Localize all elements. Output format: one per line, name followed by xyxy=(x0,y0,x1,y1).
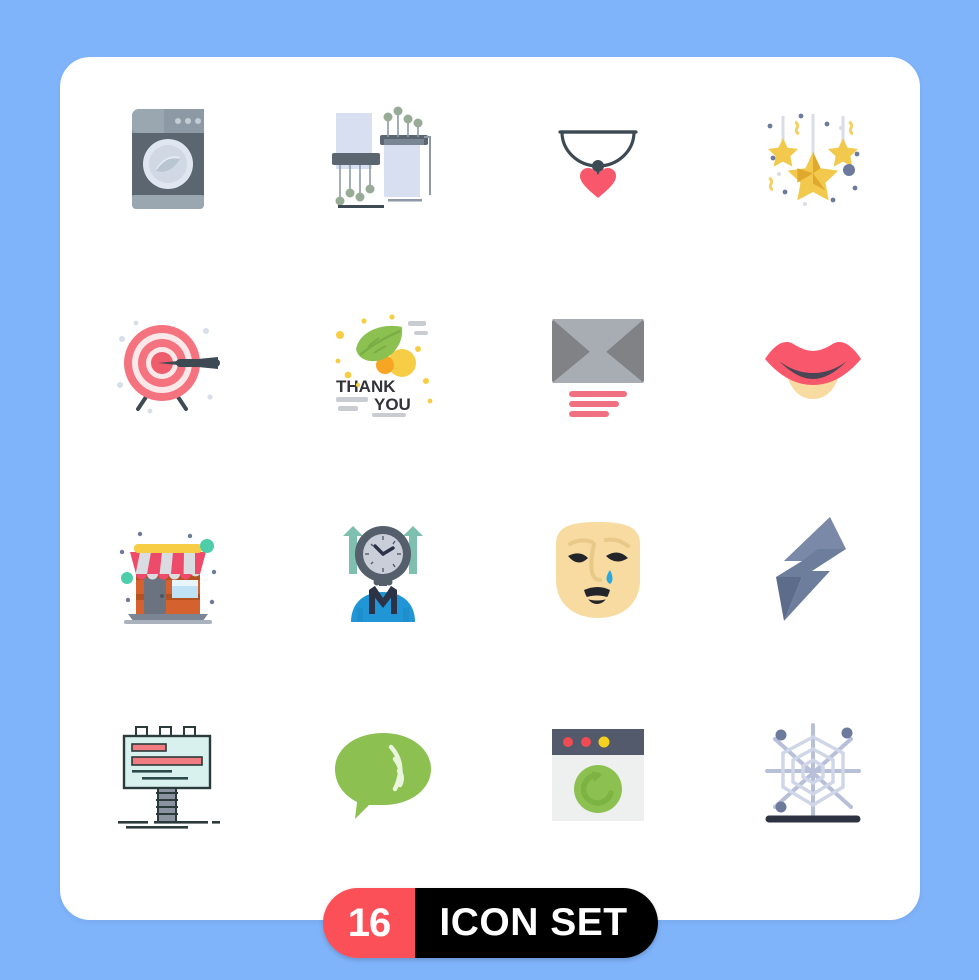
sad-crying-face-icon xyxy=(548,518,648,622)
icon-cell-sad-crying-face[interactable] xyxy=(490,467,705,672)
icon-cell-science-lab-equipment[interactable] xyxy=(275,57,490,262)
thank-you-card-icon: THANK YOU xyxy=(330,313,436,417)
time-management-person-icon xyxy=(331,518,435,622)
icon-cell-chat-signal-bubble[interactable] xyxy=(275,672,490,877)
necklace-heart-icon xyxy=(548,110,648,210)
icon-cell-billboard-sign[interactable] xyxy=(60,672,275,877)
icon-cell-thank-you-card[interactable]: THANK YOU xyxy=(275,262,490,467)
icon-cell-time-management-person[interactable] xyxy=(275,467,490,672)
thank-you-text-primary: THANK xyxy=(336,377,396,396)
shop-store-icon xyxy=(114,516,222,624)
icon-cell-spider-web-network[interactable] xyxy=(705,672,920,877)
icon-grid: THANK YOU xyxy=(60,57,920,877)
icon-cell-hanging-stars[interactable] xyxy=(705,57,920,262)
target-arrow-icon xyxy=(114,313,222,417)
email-envelope-icon xyxy=(547,313,649,417)
badge-count: 16 xyxy=(323,888,415,958)
icon-cell-target-arrow[interactable] xyxy=(60,262,275,467)
billboard-sign-icon xyxy=(114,721,222,829)
spider-web-network-icon xyxy=(759,722,867,827)
icon-cell-lightning-bolt[interactable] xyxy=(705,467,920,672)
icon-cell-email-envelope[interactable] xyxy=(490,262,705,467)
icon-cell-shop-store[interactable] xyxy=(60,467,275,672)
icon-cell-lips-mouth[interactable] xyxy=(705,262,920,467)
thank-you-text-secondary: YOU xyxy=(374,395,411,414)
icon-set-badge: 16 ICON SET xyxy=(323,888,658,958)
icon-cell-browser-refresh[interactable] xyxy=(490,672,705,877)
lips-mouth-icon xyxy=(761,325,865,405)
lightning-bolt-icon xyxy=(768,515,858,625)
icon-cell-necklace-heart[interactable] xyxy=(490,57,705,262)
science-lab-equipment-icon xyxy=(328,105,438,215)
badge-label: ICON SET xyxy=(415,888,658,958)
hanging-stars-icon xyxy=(761,108,865,212)
icon-cell-washing-machine[interactable] xyxy=(60,57,275,262)
chat-signal-bubble-icon xyxy=(333,729,433,821)
browser-refresh-icon xyxy=(548,725,648,825)
washing-machine-icon xyxy=(122,105,214,215)
